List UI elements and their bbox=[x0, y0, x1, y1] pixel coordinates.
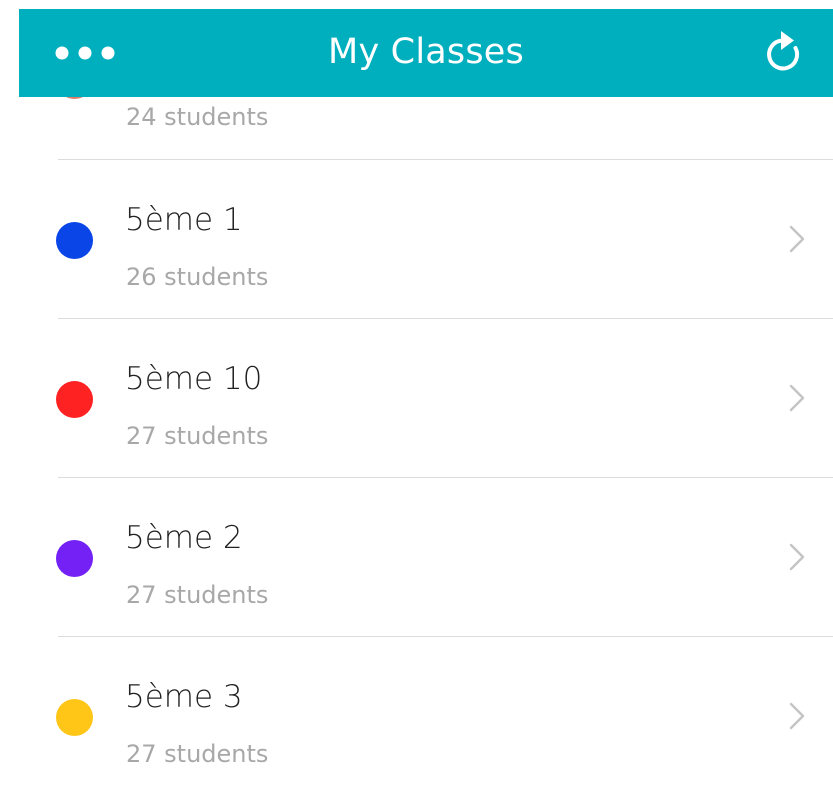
chevron-right-icon bbox=[789, 225, 805, 253]
chevron-right-icon bbox=[789, 543, 805, 571]
refresh-icon bbox=[767, 31, 800, 71]
class-list: 24 students 5ème 1 26 students 5ème 10 2… bbox=[0, 0, 833, 792]
class-row[interactable]: 5ème 10 27 students bbox=[0, 319, 833, 478]
student-count: 26 students bbox=[126, 263, 269, 291]
class-name: 5ème 3 bbox=[125, 679, 243, 715]
chevron-right-icon bbox=[789, 384, 805, 412]
class-name: 5ème 2 bbox=[125, 520, 243, 556]
my-classes-screen: 24 students 5ème 1 26 students 5ème 10 2… bbox=[0, 0, 833, 792]
student-count: 27 students bbox=[126, 740, 269, 768]
class-name: 5ème 1 bbox=[125, 202, 243, 238]
class-color-dot bbox=[56, 699, 93, 736]
more-horizontal-icon bbox=[55, 46, 115, 60]
nav-header: My Classes bbox=[19, 9, 833, 97]
class-color-dot bbox=[56, 540, 93, 577]
class-name: 5ème 10 bbox=[125, 361, 263, 397]
page-title: My Classes bbox=[328, 32, 524, 72]
class-color-dot bbox=[56, 222, 93, 259]
chevron-right-icon bbox=[789, 702, 805, 730]
student-count: 24 students bbox=[126, 103, 269, 131]
refresh-button[interactable] bbox=[759, 29, 809, 79]
class-row[interactable]: 5ème 3 27 students bbox=[0, 637, 833, 792]
class-row[interactable]: 5ème 1 26 students bbox=[0, 160, 833, 319]
more-button[interactable] bbox=[55, 33, 119, 73]
student-count: 27 students bbox=[126, 422, 269, 450]
class-row[interactable]: 5ème 2 27 students bbox=[0, 478, 833, 637]
student-count: 27 students bbox=[126, 581, 269, 609]
class-color-dot bbox=[56, 381, 93, 418]
